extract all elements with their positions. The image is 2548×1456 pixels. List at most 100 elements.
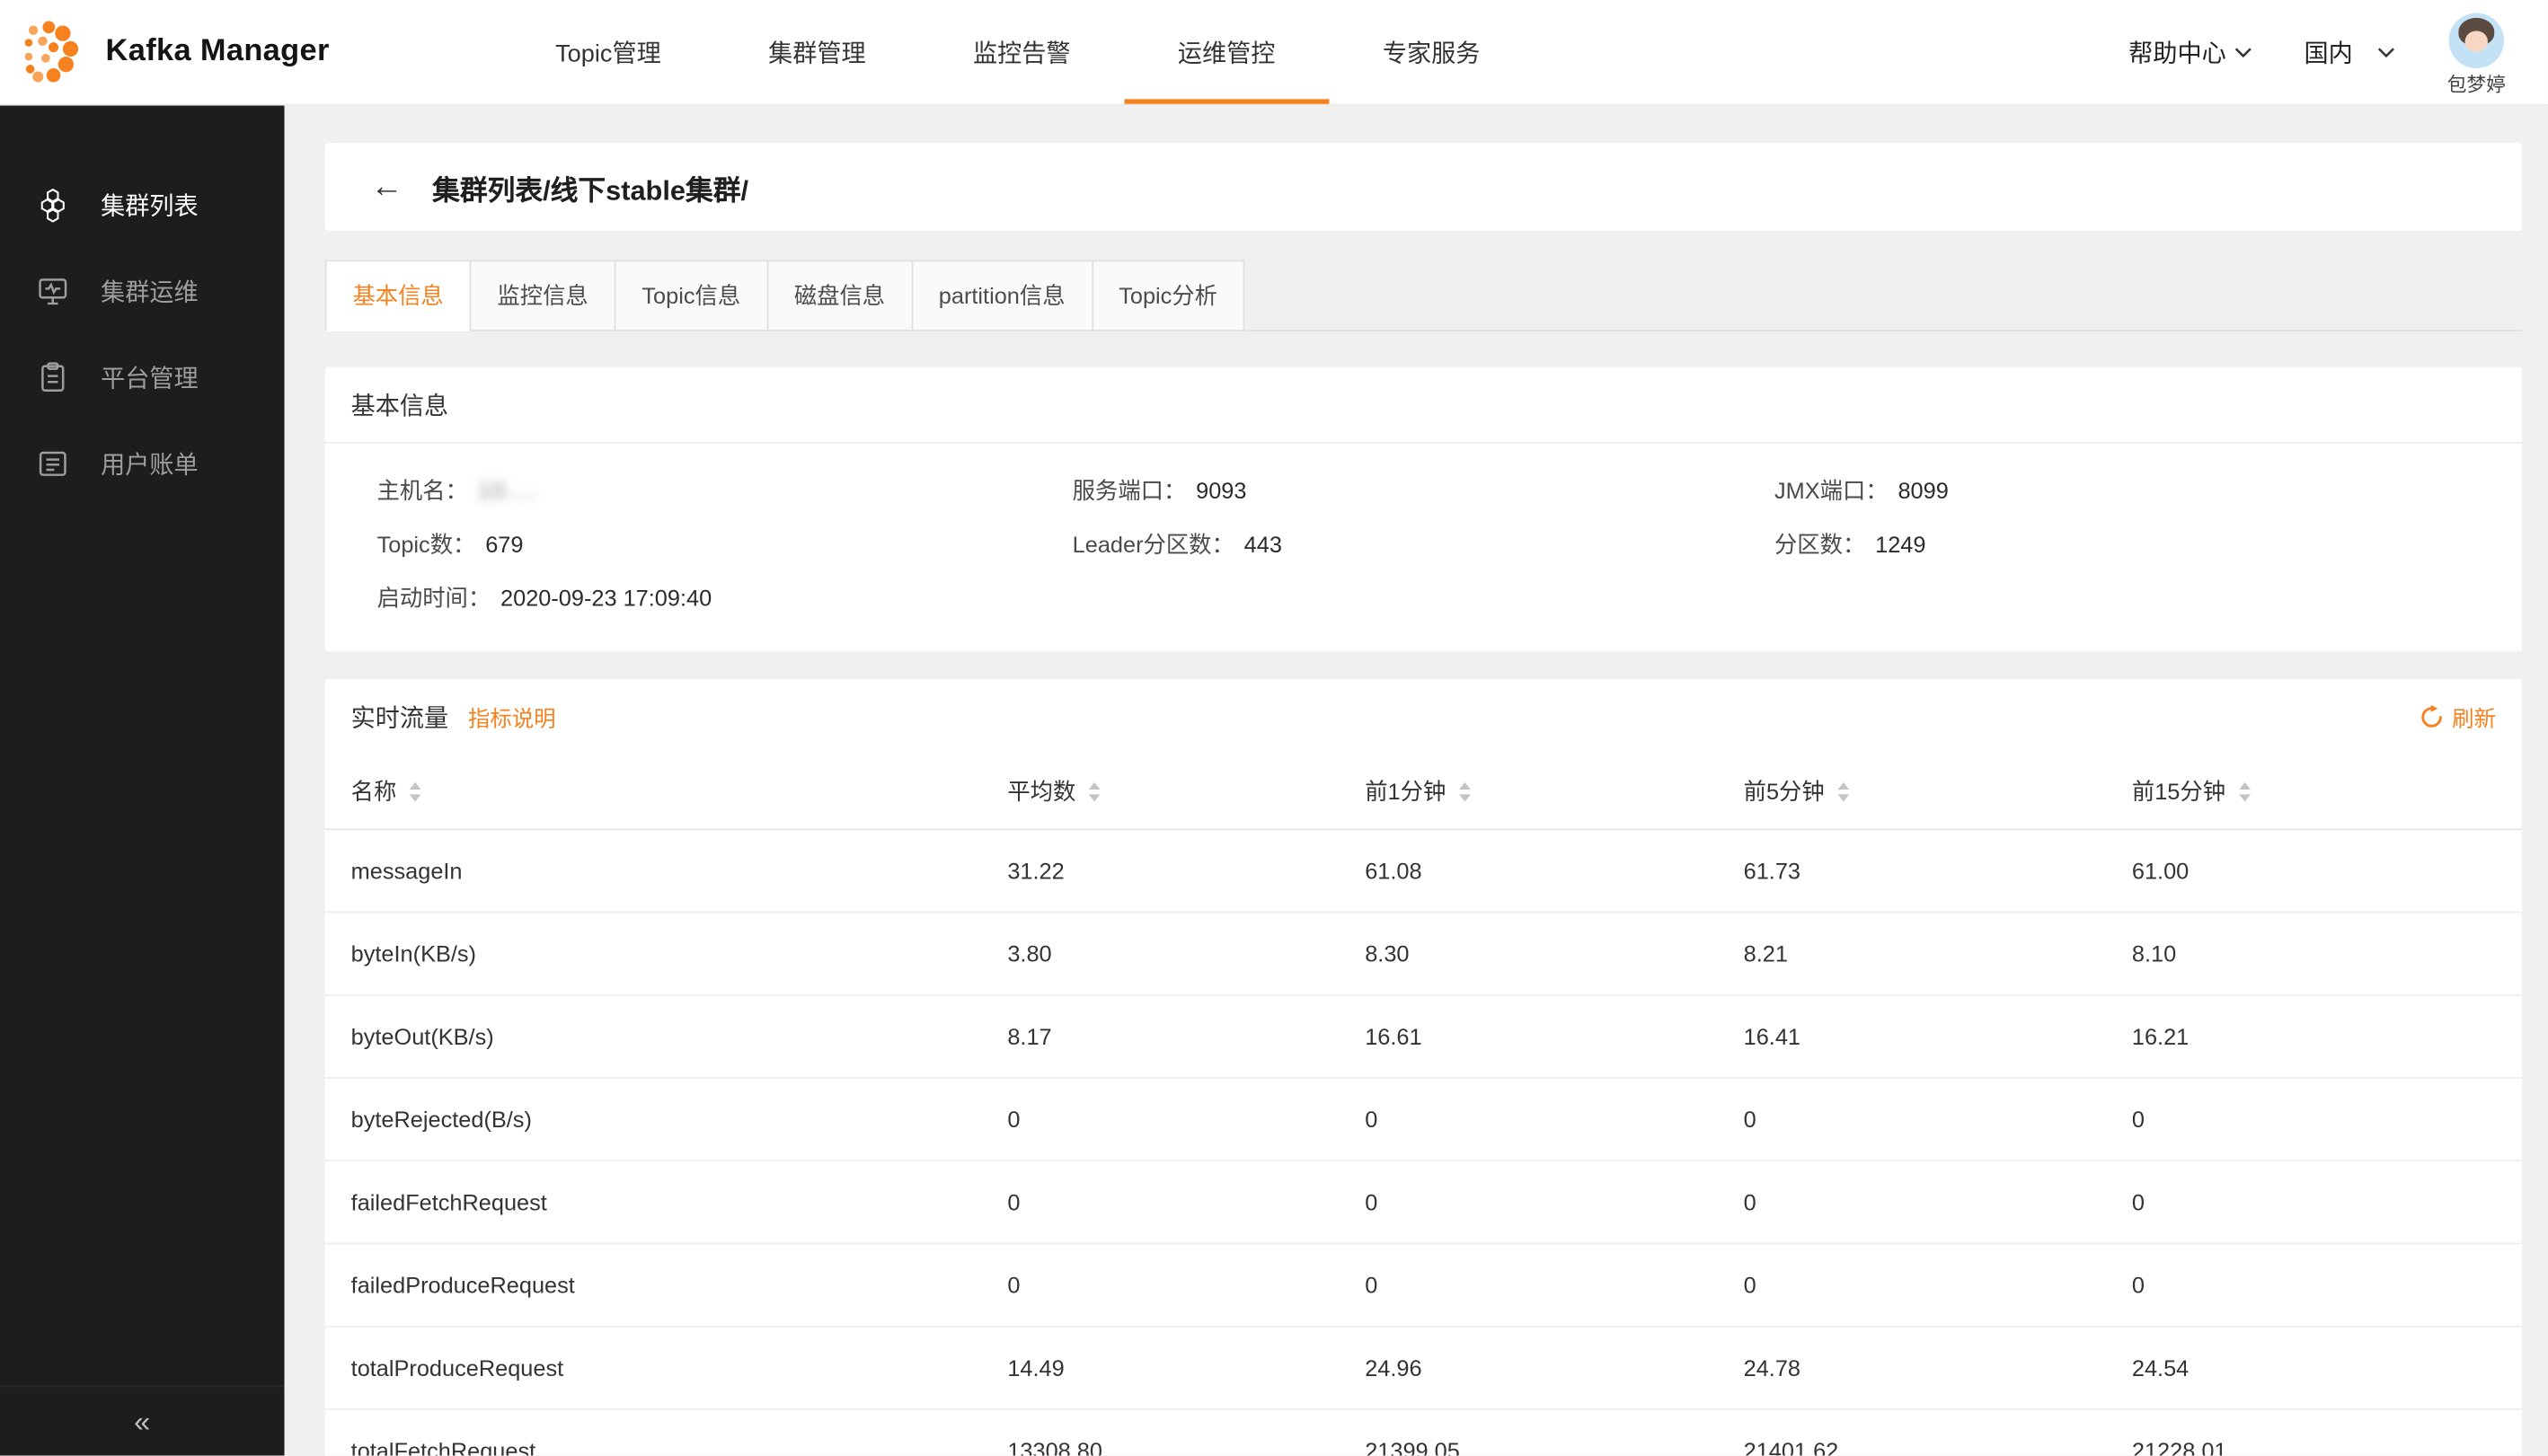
metric-value-cell: 0 xyxy=(1718,1078,2106,1160)
field-jmx-port: JMX端口： 8099 xyxy=(1774,474,2496,507)
metric-value-cell: 0 xyxy=(1718,1160,2106,1243)
sidebar-item-label: 集群列表 xyxy=(101,189,199,223)
metric-name-cell: byteOut(KB/s) xyxy=(325,995,982,1078)
col-header-average[interactable]: 平均数 xyxy=(981,754,1339,829)
field-value: 2020-09-23 17:09:40 xyxy=(500,585,712,611)
field-leader-partition-count: Leader分区数： 443 xyxy=(1073,528,1774,560)
refresh-icon xyxy=(2420,704,2444,728)
col-header-last-5min[interactable]: 前5分钟 xyxy=(1718,754,2106,829)
table-row: totalProduceRequest 14.49 24.96 24.78 24… xyxy=(325,1327,2522,1409)
metric-value-cell: 13308.80 xyxy=(981,1409,1339,1456)
table-row: messageIn 31.22 61.08 61.73 61.00 xyxy=(325,829,2522,912)
col-header-last-1min[interactable]: 前1分钟 xyxy=(1339,754,1717,829)
region-selector[interactable]: 国内 xyxy=(2305,35,2395,69)
sort-icon xyxy=(1457,781,1472,802)
sort-icon xyxy=(408,781,422,802)
table-header-row: 名称 平均数 前1分钟 前5分钟 前15分钟 xyxy=(325,754,2522,829)
nav-ops-control[interactable]: 运维管控 xyxy=(1124,0,1329,104)
back-button[interactable]: ← xyxy=(358,167,416,206)
field-label: Topic数： xyxy=(377,528,476,560)
metric-value-cell: 0 xyxy=(1339,1078,1717,1160)
field-start-time: 启动时间： 2020-09-23 17:09:40 xyxy=(377,581,1073,613)
tab-bar: 基本信息 监控信息 Topic信息 磁盘信息 partition信息 Topic… xyxy=(325,260,2522,331)
sidebar-item-user-bill[interactable]: 用户账单 xyxy=(0,420,285,507)
tab-monitor-info[interactable]: 监控信息 xyxy=(470,260,616,331)
nav-expert-service[interactable]: 专家服务 xyxy=(1329,0,1534,104)
metric-value-cell: 14.49 xyxy=(981,1327,1339,1409)
tab-topic-info[interactable]: Topic信息 xyxy=(615,260,768,331)
sidebar-item-cluster-list[interactable]: 集群列表 xyxy=(0,163,285,249)
field-partition-count: 分区数： 1249 xyxy=(1774,528,2496,560)
help-center-menu[interactable]: 帮助中心 xyxy=(2128,35,2252,69)
metric-value-cell: 0 xyxy=(2106,1078,2522,1160)
field-service-port: 服务端口： 9093 xyxy=(1073,474,1774,507)
sidebar: 集群列表 集群运维 平台管理 xyxy=(0,104,285,1456)
field-topic-count: Topic数： 679 xyxy=(377,528,1073,560)
col-header-name[interactable]: 名称 xyxy=(325,754,982,829)
metric-value-cell: 0 xyxy=(1339,1243,1717,1326)
metric-value-cell: 21399.05 xyxy=(1339,1409,1717,1456)
table-row: byteOut(KB/s) 8.17 16.61 16.41 16.21 xyxy=(325,995,2522,1078)
main-content: ← 集群列表/线下stable集群/ 基本信息 监控信息 Topic信息 磁盘信… xyxy=(285,104,2548,1456)
sidebar-item-platform-manage[interactable]: 平台管理 xyxy=(0,335,285,421)
clipboard-icon xyxy=(36,361,70,395)
field-label: 启动时间： xyxy=(377,581,491,613)
bill-list-icon xyxy=(36,446,70,481)
brand-name: Kafka Manager xyxy=(106,34,330,70)
table-row: totalFetchRequest 13308.80 21399.05 2140… xyxy=(325,1409,2522,1456)
nav-monitor-alert[interactable]: 监控告警 xyxy=(919,0,1124,104)
col-header-last-15min[interactable]: 前15分钟 xyxy=(2106,754,2522,829)
field-value: 443 xyxy=(1244,531,1282,557)
tab-disk-info[interactable]: 磁盘信息 xyxy=(766,260,913,331)
monitor-heartbeat-icon xyxy=(36,275,70,309)
refresh-button[interactable]: 刷新 xyxy=(2420,701,2496,733)
metric-value-cell: 3.80 xyxy=(981,913,1339,995)
metric-value-cell: 0 xyxy=(2106,1160,2522,1243)
sidebar-item-label: 平台管理 xyxy=(101,361,199,395)
kafka-manager-logo[interactable] xyxy=(16,18,84,86)
sidebar-item-cluster-ops[interactable]: 集群运维 xyxy=(0,249,285,335)
metric-value-cell: 8.30 xyxy=(1339,913,1717,995)
metric-name-cell: byteRejected(B/s) xyxy=(325,1078,982,1160)
field-label: 服务端口： xyxy=(1073,474,1187,507)
column-label: 平均数 xyxy=(1007,775,1075,807)
sidebar-item-label: 集群运维 xyxy=(101,275,199,309)
metrics-doc-link[interactable]: 指标说明 xyxy=(468,701,556,733)
metric-value-cell: 61.73 xyxy=(1718,829,2106,912)
avatar[interactable] xyxy=(2449,13,2504,67)
field-value: 679 xyxy=(485,531,523,557)
basic-info-fields: 主机名： 10.... 服务端口： 9093 JMX端口： 8099 Topic… xyxy=(325,444,2522,652)
metric-value-cell: 16.61 xyxy=(1339,995,1717,1078)
metric-value-cell: 0 xyxy=(981,1078,1339,1160)
metric-value-cell: 0 xyxy=(2106,1243,2522,1326)
tab-partition-info[interactable]: partition信息 xyxy=(911,260,1093,331)
collapse-sidebar-button[interactable]: « xyxy=(0,1386,285,1456)
realtime-traffic-header: 实时流量 指标说明 刷新 xyxy=(325,679,2522,754)
metric-name-cell: totalFetchRequest xyxy=(325,1409,982,1456)
field-label: JMX端口： xyxy=(1774,474,1889,507)
field-hostname: 主机名： 10.... xyxy=(377,474,1073,507)
metric-value-cell: 61.08 xyxy=(1339,829,1717,912)
nav-topic-manage[interactable]: Topic管理 xyxy=(501,0,714,104)
basic-info-title: 基本信息 xyxy=(351,387,449,421)
top-bar: Kafka Manager Topic管理 集群管理 监控告警 运维管控 专家服… xyxy=(0,0,2548,104)
metrics-table: 名称 平均数 前1分钟 前5分钟 前15分钟 messageIn 31.22 6… xyxy=(325,754,2522,1455)
metric-name-cell: failedProduceRequest xyxy=(325,1243,982,1326)
chevron-down-icon xyxy=(2234,47,2252,58)
top-bar-right: 帮助中心 国内 包梦婷 xyxy=(2128,6,2506,97)
metric-value-cell: 31.22 xyxy=(981,829,1339,912)
metric-value-cell: 0 xyxy=(1339,1160,1717,1243)
metric-value-cell: 8.21 xyxy=(1718,913,2106,995)
user-menu[interactable]: 包梦婷 xyxy=(2447,13,2506,97)
table-row: failedFetchRequest 0 0 0 0 xyxy=(325,1160,2522,1243)
metric-value-cell: 8.10 xyxy=(2106,913,2522,995)
nav-cluster-manage[interactable]: 集群管理 xyxy=(714,0,919,104)
help-center-label: 帮助中心 xyxy=(2128,35,2226,69)
tab-basic-info[interactable]: 基本信息 xyxy=(325,260,472,331)
region-label: 国内 xyxy=(2305,35,2353,69)
field-value: 10.... xyxy=(478,478,538,504)
metric-value-cell: 16.41 xyxy=(1718,995,2106,1078)
sort-icon xyxy=(2237,781,2252,802)
username: 包梦婷 xyxy=(2447,70,2506,98)
tab-topic-analysis[interactable]: Topic分析 xyxy=(1091,260,1244,331)
